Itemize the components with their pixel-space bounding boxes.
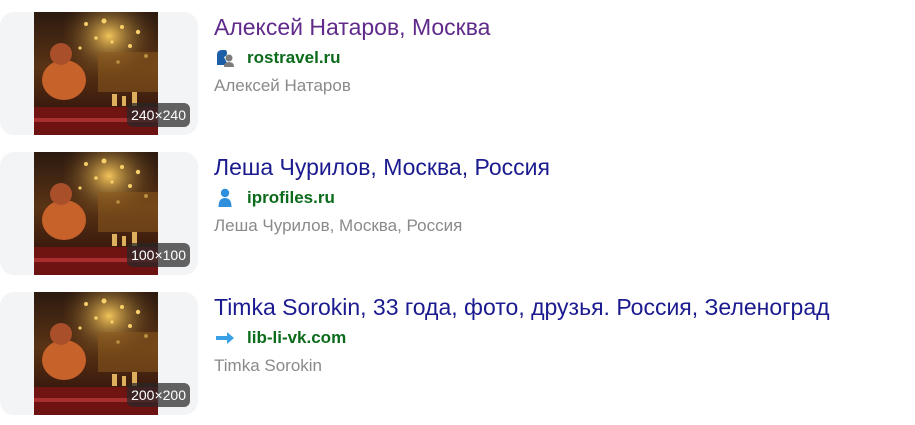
image-size-badge: 100×100 [127, 243, 190, 267]
result-item: 240×240 Алексей Натаров, Москва rostrave… [0, 12, 915, 137]
result-info: Timka Sorokin, 33 года, фото, друзья. Ро… [214, 292, 909, 377]
result-title-link[interactable]: Timka Sorokin, 33 года, фото, друзья. Ро… [214, 292, 909, 322]
result-domain-link[interactable]: iprofiles.ru [247, 187, 335, 209]
image-results-list: 240×240 Алексей Натаров, Москва rostrave… [0, 0, 915, 425]
result-domain-link[interactable]: lib-li-vk.com [247, 327, 346, 349]
site-row: iprofiles.ru [214, 187, 909, 209]
result-info: Леша Чурилов, Москва, Россия iprofiles.r… [214, 152, 909, 237]
result-item: 200×200 Timka Sorokin, 33 года, фото, др… [0, 292, 915, 417]
result-snippet: Алексей Натаров [214, 76, 351, 95]
result-info: Алексей Натаров, Москва rostravel.ru Але… [214, 12, 909, 97]
site-row: rostravel.ru [214, 47, 909, 69]
result-thumbnail[interactable]: 100×100 [0, 152, 198, 275]
image-size-badge: 240×240 [127, 103, 190, 127]
result-snippet: Леша Чурилов, Москва, Россия [214, 216, 463, 235]
result-thumbnail[interactable]: 240×240 [0, 12, 198, 135]
result-thumbnail[interactable]: 200×200 [0, 292, 198, 415]
result-item: 100×100 Леша Чурилов, Москва, Россия ipr… [0, 152, 915, 277]
person-icon [214, 187, 236, 209]
result-snippet: Timka Sorokin [214, 356, 323, 375]
result-title-link[interactable]: Алексей Натаров, Москва [214, 12, 909, 42]
result-domain-link[interactable]: rostravel.ru [247, 47, 341, 69]
result-title-link[interactable]: Леша Чурилов, Москва, Россия [214, 152, 909, 182]
site-row: lib-li-vk.com [214, 327, 909, 349]
arrow-right-icon [214, 327, 236, 349]
rostravel-logo-icon [214, 47, 236, 69]
image-size-badge: 200×200 [127, 383, 190, 407]
